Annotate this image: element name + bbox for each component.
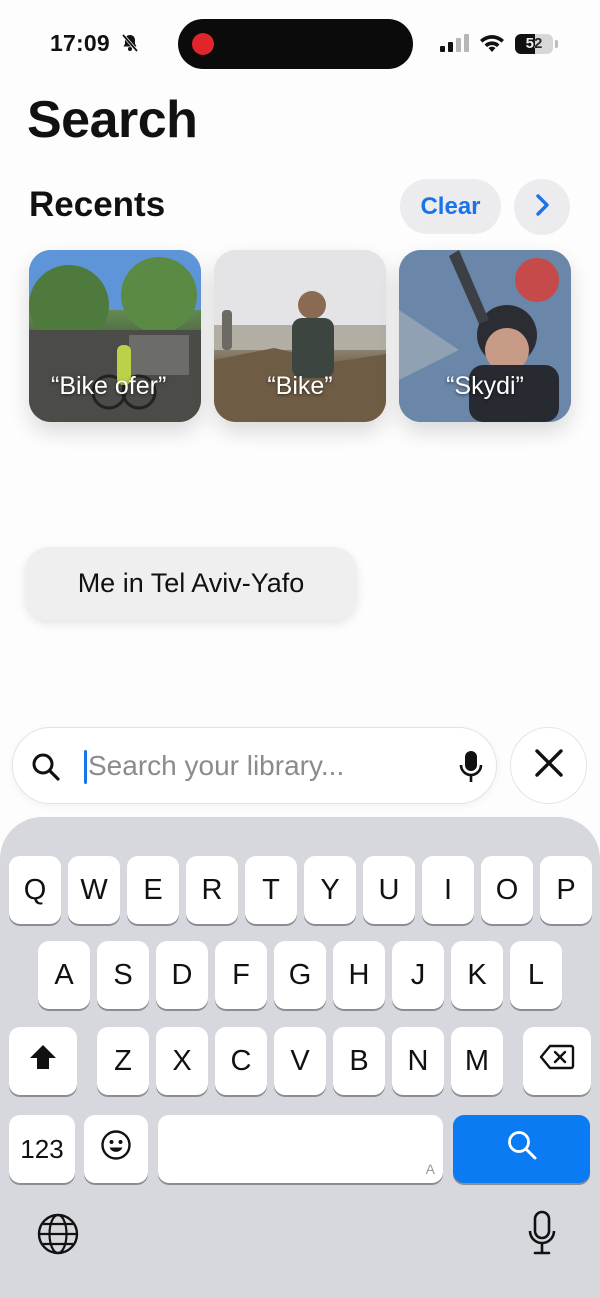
numbers-key[interactable]: 123 (9, 1115, 75, 1183)
on-screen-keyboard: Q W E R T Y U I O P A S D F G H J K L Z … (0, 817, 600, 1298)
emoji-key[interactable] (84, 1115, 148, 1183)
clear-recents-button[interactable]: Clear (400, 179, 501, 234)
key-o[interactable]: O (481, 856, 533, 924)
shift-icon (28, 1043, 58, 1079)
chevron-right-icon (534, 193, 550, 222)
cellular-signal-icon (440, 33, 470, 58)
emoji-icon (100, 1129, 132, 1169)
search-bar[interactable] (12, 727, 497, 804)
key-c[interactable]: C (215, 1027, 267, 1095)
search-suggestion-chip[interactable]: Me in Tel Aviv-Yafo (25, 547, 357, 620)
text-cursor (84, 750, 87, 784)
key-e[interactable]: E (127, 856, 179, 924)
screen-recording-icon (192, 33, 214, 55)
key-y[interactable]: Y (304, 856, 356, 924)
recent-search-label: “Bike ofer” (51, 372, 167, 400)
recent-search-label: “Skydi” (446, 372, 524, 400)
recent-search-thumb[interactable]: “Bike” (214, 250, 386, 422)
recent-search-thumb[interactable]: “Skydi” (399, 250, 571, 422)
key-k[interactable]: K (451, 941, 503, 1009)
battery-icon: 52 (515, 34, 553, 54)
key-b[interactable]: B (333, 1027, 385, 1095)
show-all-recents-button[interactable] (514, 179, 570, 235)
key-v[interactable]: V (274, 1027, 326, 1095)
globe-icon[interactable] (36, 1212, 80, 1261)
close-search-button[interactable] (510, 727, 587, 804)
key-p[interactable]: P (540, 856, 592, 924)
key-i[interactable]: I (422, 856, 474, 924)
key-d[interactable]: D (156, 941, 208, 1009)
key-h[interactable]: H (333, 941, 385, 1009)
search-icon (31, 752, 61, 787)
page-title: Search (27, 91, 198, 149)
search-icon (506, 1129, 538, 1169)
key-r[interactable]: R (186, 856, 238, 924)
key-f[interactable]: F (215, 941, 267, 1009)
key-w[interactable]: W (68, 856, 120, 924)
key-l[interactable]: L (510, 941, 562, 1009)
dictation-mic-icon[interactable] (527, 1210, 557, 1261)
key-s[interactable]: S (97, 941, 149, 1009)
dynamic-island[interactable] (178, 19, 413, 69)
key-m[interactable]: M (451, 1027, 503, 1095)
key-j[interactable]: J (392, 941, 444, 1009)
key-a[interactable]: A (38, 941, 90, 1009)
key-g[interactable]: G (274, 941, 326, 1009)
backspace-key[interactable] (523, 1027, 591, 1095)
recents-heading: Recents (29, 185, 166, 224)
key-t[interactable]: T (245, 856, 297, 924)
space-key-hint: A (425, 1161, 435, 1177)
key-x[interactable]: X (156, 1027, 208, 1095)
recents-list: “Bike ofer” “Bike” “Skydi” (29, 250, 571, 422)
recent-search-thumb[interactable]: “Bike ofer” (29, 250, 201, 422)
recent-search-label: “Bike” (267, 372, 333, 400)
wifi-icon (478, 32, 506, 59)
status-time: 17:09 (50, 30, 110, 56)
close-icon (533, 747, 565, 784)
key-q[interactable]: Q (9, 856, 61, 924)
key-n[interactable]: N (392, 1027, 444, 1095)
search-submit-key[interactable] (453, 1115, 590, 1183)
key-u[interactable]: U (363, 856, 415, 924)
key-z[interactable]: Z (97, 1027, 149, 1095)
silent-bell-icon (120, 33, 140, 58)
backspace-icon (539, 1044, 575, 1078)
shift-key[interactable] (9, 1027, 77, 1095)
battery-percent: 52 (525, 35, 543, 52)
space-key[interactable]: A (158, 1115, 443, 1183)
dictation-mic-icon[interactable] (459, 749, 483, 790)
search-input[interactable] (88, 744, 448, 788)
battery-tip (555, 40, 558, 48)
status-bar: 17:09 52 (0, 0, 600, 80)
